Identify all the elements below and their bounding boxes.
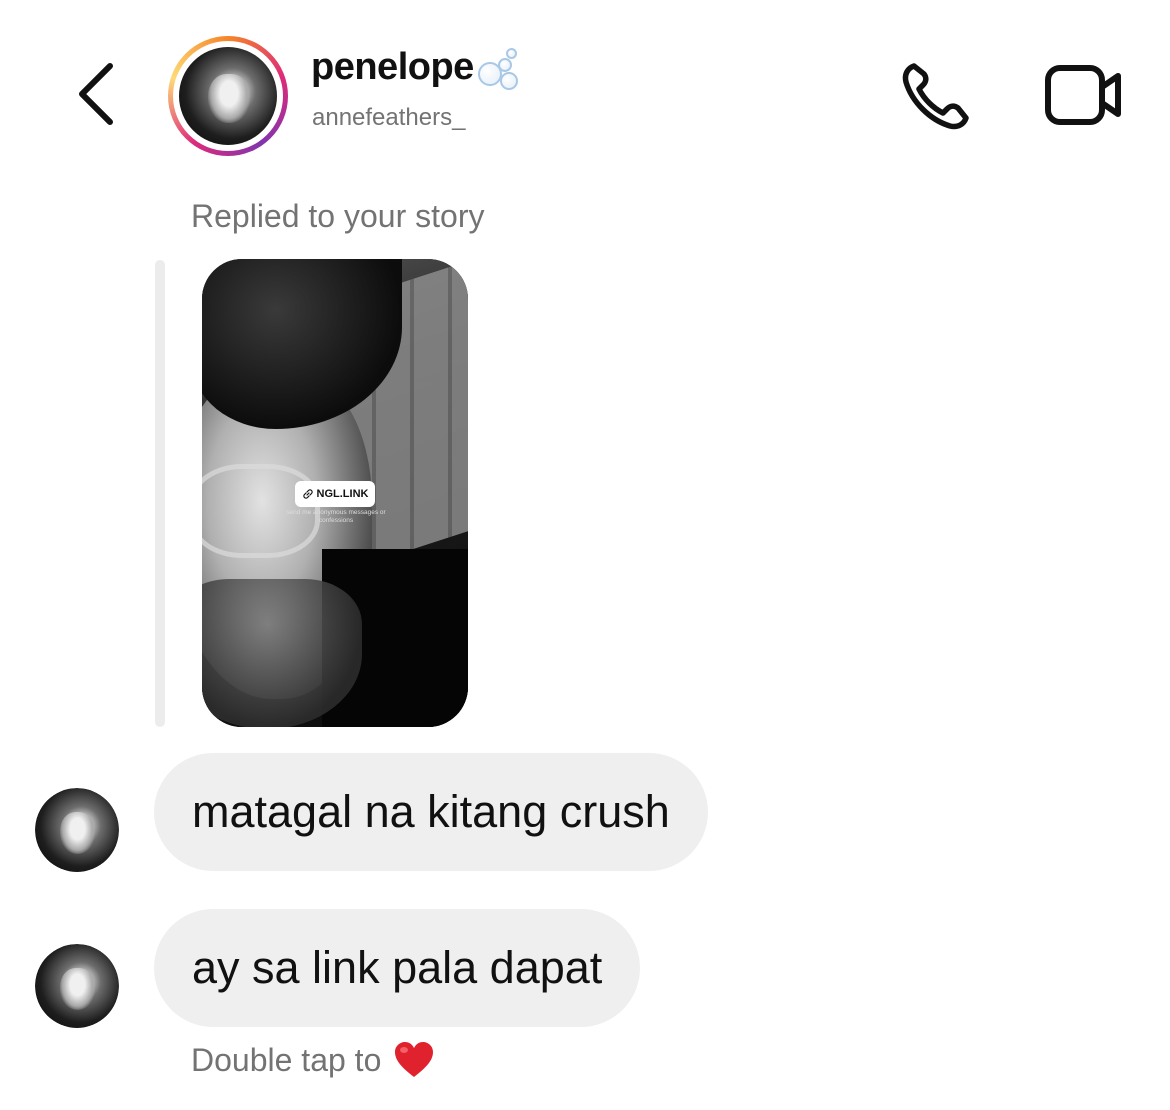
reply-indicator-bar (155, 260, 165, 727)
sender-avatar[interactable] (35, 788, 119, 872)
avatar-photo (179, 47, 277, 145)
reply-context-label: Replied to your story (191, 198, 485, 234)
heart-icon[interactable] (393, 1040, 435, 1080)
profile-avatar[interactable] (168, 36, 288, 156)
bubbles-icon (476, 47, 520, 90)
back-chevron-icon[interactable] (70, 58, 130, 130)
ngl-link-sticker[interactable]: NGL.LINK (295, 481, 375, 507)
phone-icon[interactable] (900, 60, 975, 132)
link-icon (302, 489, 313, 499)
story-preview[interactable]: NGL.LINK send me anonymous messages or c… (202, 259, 468, 727)
double-tap-hint: Double tap to (191, 1040, 435, 1080)
video-camera-icon[interactable] (1044, 62, 1124, 128)
chat-header: penelope annefeathers_ (0, 0, 1170, 170)
message-bubble[interactable]: matagal na kitang crush (154, 753, 708, 871)
avatar-photo (35, 944, 119, 1028)
sender-avatar[interactable] (35, 944, 119, 1028)
display-name: penelope (311, 46, 474, 88)
double-tap-label: Double tap to (191, 1041, 382, 1078)
sticker-label: NGL.LINK (316, 488, 369, 500)
sticker-caption: send me anonymous messages or confession… (286, 509, 386, 524)
username: annefeathers_ (312, 104, 466, 131)
display-name-row[interactable]: penelope (311, 46, 520, 90)
avatar-photo (35, 788, 119, 872)
message-bubble[interactable]: ay sa link pala dapat (154, 909, 641, 1027)
